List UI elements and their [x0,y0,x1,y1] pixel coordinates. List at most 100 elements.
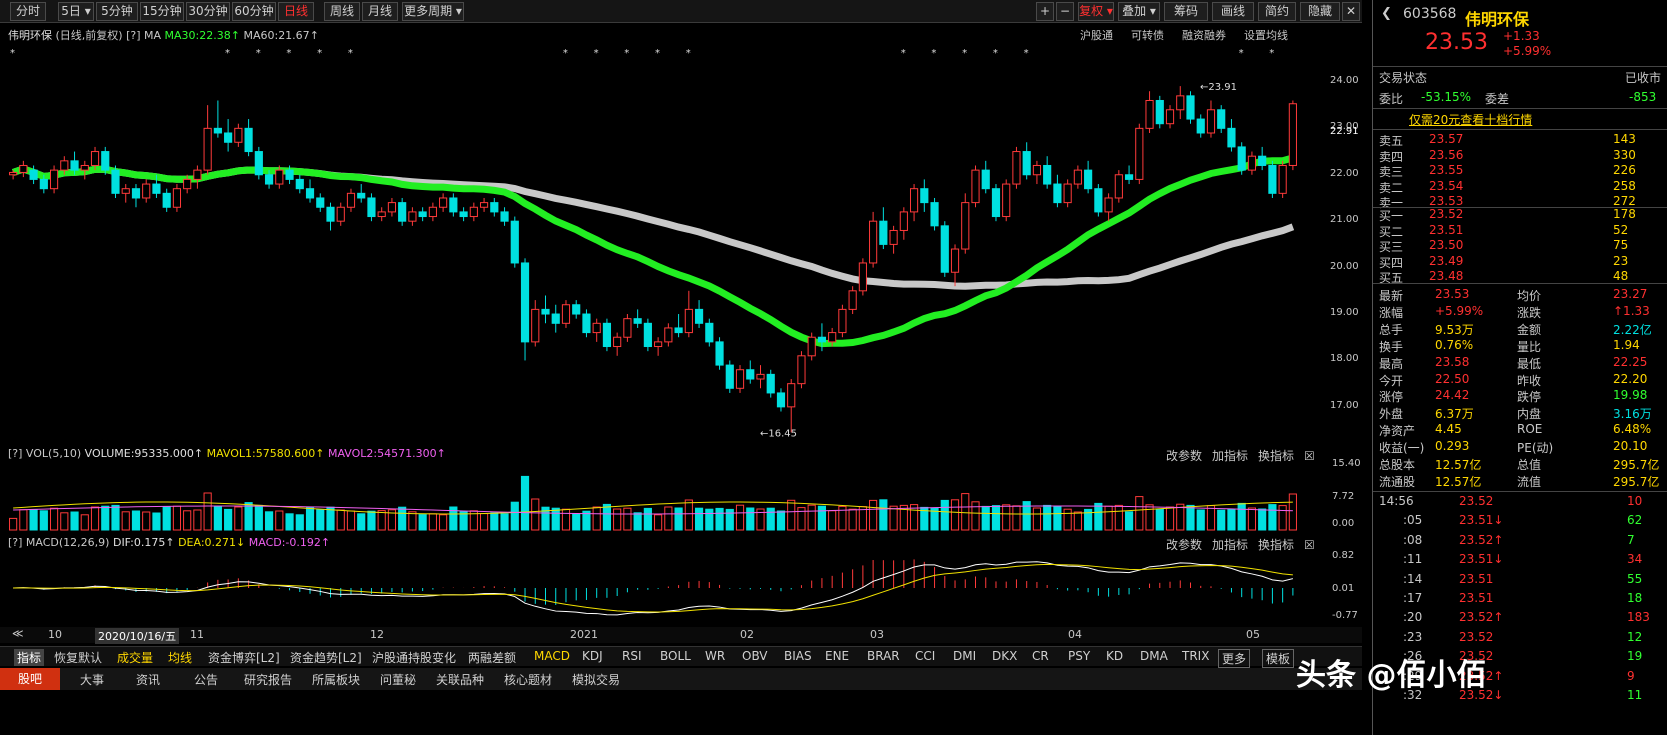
footer-tab-2[interactable]: 资讯 [136,671,160,688]
event-star-icon[interactable]: * [256,48,261,59]
event-star-icon[interactable]: * [225,48,230,59]
price-tick-8: 17.00 [1330,399,1359,411]
close-icon[interactable]: ☒ [1304,449,1315,463]
event-star-icon[interactable]: * [563,48,568,59]
macd-btn-1[interactable]: 加指标 [1212,538,1248,552]
period-tab-2[interactable]: 5分钟 [96,2,138,21]
indicator-11[interactable]: BOLL [660,649,691,663]
period-tab-7[interactable]: 周线 [324,2,360,21]
footer-tab-9[interactable]: 模拟交易 [572,671,620,688]
indicator-4[interactable]: 资金博弈[L2] [208,649,280,666]
indicator-22[interactable]: KD [1106,649,1123,663]
event-star-icon[interactable]: * [286,48,291,59]
indicator-15[interactable]: ENE [825,649,849,663]
event-star-icon[interactable]: * [10,48,15,59]
vol-btn-0[interactable]: 改参数 [1166,449,1202,463]
toolbar-btn-2[interactable]: 复权 ▾ [1078,2,1114,21]
volume-chart[interactable] [8,464,1318,532]
indicator-12[interactable]: WR [705,649,725,663]
expand-icon[interactable]: ❮ [1381,6,1392,21]
indicator-24[interactable]: TRIX [1182,649,1209,663]
event-star-icon[interactable]: * [1239,48,1244,59]
toolbar-btn-3[interactable]: 叠加 ▾ [1118,2,1160,21]
event-star-icon[interactable]: * [901,48,906,59]
macd-chart[interactable] [8,552,1318,624]
footer-tab-1[interactable]: 大事 [80,671,104,688]
indicator-26[interactable]: 模板 [1262,649,1295,668]
event-star-icon[interactable]: * [1024,48,1029,59]
close-icon[interactable]: ✕ [1342,2,1360,21]
vol-btn-1[interactable]: 加指标 [1212,449,1248,463]
period-tab-5[interactable]: 60分钟 [232,2,276,21]
event-star-icon[interactable]: * [1269,48,1274,59]
macd-btn-2[interactable]: 换指标 [1258,538,1294,552]
indicator-8[interactable]: MACD [534,649,570,663]
indicator-21[interactable]: PSY [1068,649,1090,663]
kline-chart[interactable]: * * * * * * * * * * * * * * * * * * ←23.91 ←16.45 [8,44,1318,484]
toolbar-btn-5[interactable]: 画线 [1212,2,1254,21]
help-icon[interactable]: [?] [8,536,22,549]
toolbar-btn-6[interactable]: 简约 [1258,2,1296,21]
indicator-9[interactable]: KDJ [582,649,603,663]
macd-btn-0[interactable]: 改参数 [1166,538,1202,552]
event-star-icon[interactable]: * [624,48,629,59]
indicator-17[interactable]: CCI [915,649,935,663]
indicator-23[interactable]: DMA [1140,649,1168,663]
toolbar-btn-0[interactable]: + [1036,2,1054,21]
help-icon[interactable]: [?] [126,29,140,42]
indicator-20[interactable]: CR [1032,649,1049,663]
indicator-25[interactable]: 更多 [1218,649,1251,668]
promo-link[interactable]: 仅需20元查看十档行情 [1409,111,1532,128]
indicator-0[interactable]: 指标 [14,649,45,666]
period-tab-8[interactable]: 月线 [362,2,398,21]
footer-tab-7[interactable]: 关联品种 [436,671,484,688]
header-link-1[interactable]: 可转债 [1131,29,1164,42]
close-icon[interactable]: ☒ [1304,538,1315,552]
volume-bar [90,506,100,531]
event-star-icon[interactable]: * [993,48,998,59]
indicator-7[interactable]: 两融差额 [468,649,516,666]
period-tab-1[interactable]: 5日 ▾ [58,2,94,21]
vol-tick-1: 7.72 [1332,491,1355,502]
toolbar-btn-1[interactable]: − [1056,2,1074,21]
stats-row: 流通股 12.57亿 流值 295.7亿 [1379,473,1667,489]
toolbar-btn-7[interactable]: 隐藏 [1300,2,1340,21]
footer-tab-5[interactable]: 所属板块 [312,671,360,688]
indicator-10[interactable]: RSI [622,649,642,663]
event-star-icon[interactable]: * [962,48,967,59]
indicator-2[interactable]: 成交量 [117,649,153,666]
stat-value: 24.42 [1435,388,1470,403]
date-scroll-icon[interactable]: ≪ [12,627,24,640]
header-link-2[interactable]: 融资融券 [1182,29,1226,42]
footer-tab-3[interactable]: 公告 [194,671,218,688]
indicator-3[interactable]: 均线 [168,649,192,666]
toolbar-btn-4[interactable]: 筹码 [1164,2,1208,21]
vol-btn-2[interactable]: 换指标 [1258,449,1294,463]
event-star-icon[interactable]: * [348,48,353,59]
event-star-icon[interactable]: * [594,48,599,59]
footer-tab-0[interactable]: 股吧 [0,668,60,690]
period-tab-0[interactable]: 分时 [10,2,46,21]
indicator-5[interactable]: 资金趋势[L2] [290,649,362,666]
period-tab-4[interactable]: 30分钟 [186,2,230,21]
period-tab-6[interactable]: 日线 [278,2,314,21]
footer-tab-8[interactable]: 核心题材 [504,671,552,688]
indicator-19[interactable]: DKX [992,649,1017,663]
period-tab-3[interactable]: 15分钟 [140,2,184,21]
header-link-0[interactable]: 沪股通 [1080,29,1113,42]
event-star-icon[interactable]: * [655,48,660,59]
event-star-icon[interactable]: * [317,48,322,59]
indicator-1[interactable]: 恢复默认 [54,649,102,666]
indicator-13[interactable]: OBV [742,649,768,663]
period-tab-9[interactable]: 更多周期 ▾ [402,2,464,21]
footer-tab-6[interactable]: 问董秘 [380,671,416,688]
indicator-6[interactable]: 沪股通持股变化 [372,649,456,666]
header-link-3[interactable]: 设置均线 [1244,29,1288,42]
event-star-icon[interactable]: * [931,48,936,59]
indicator-14[interactable]: BIAS [784,649,812,663]
footer-tab-4[interactable]: 研究报告 [244,671,292,688]
indicator-18[interactable]: DMI [953,649,976,663]
indicator-16[interactable]: BRAR [867,649,900,663]
event-star-icon[interactable]: * [686,48,691,59]
help-icon[interactable]: [?] [8,447,22,460]
